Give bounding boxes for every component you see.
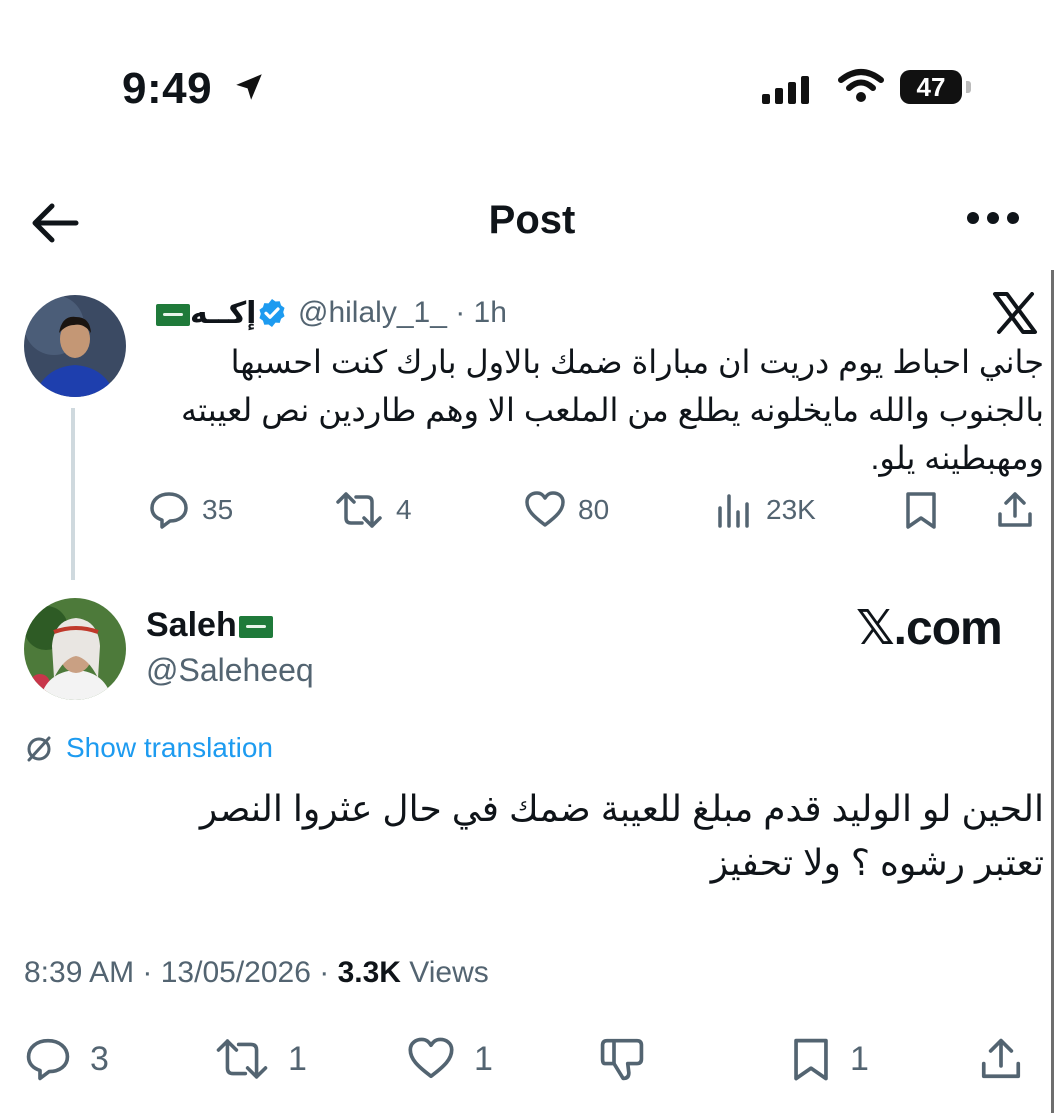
- views-count: 23K: [766, 494, 816, 525]
- wifi-icon: [838, 68, 884, 104]
- reply-count: 3: [90, 1039, 109, 1078]
- battery-level: 47: [916, 72, 946, 102]
- handle[interactable]: @Saleheeq: [146, 652, 314, 689]
- display-name-text: Saleh: [146, 606, 237, 644]
- views-count: 3.3K: [337, 956, 401, 989]
- saudi-flag-icon: [238, 616, 273, 639]
- globe-icon: [24, 734, 54, 764]
- repost-count: 4: [396, 494, 412, 525]
- downvote-icon[interactable]: [598, 1036, 646, 1082]
- reply-button[interactable]: 35: [148, 490, 233, 530]
- thread-connector: [71, 408, 75, 580]
- battery-tip: [966, 81, 971, 93]
- more-icon[interactable]: [965, 210, 1021, 226]
- page-title: Post: [488, 198, 576, 242]
- repost-count: 1: [288, 1039, 307, 1078]
- reply-button[interactable]: 3: [24, 1036, 109, 1082]
- post-text: الحين لو الوليد قدم مبلغ للعيبة ضمك في ح…: [199, 788, 1044, 883]
- like-button[interactable]: 80: [524, 490, 609, 530]
- status-time: 9:49: [122, 64, 213, 113]
- views-button[interactable]: 23K: [714, 490, 816, 530]
- display-name[interactable]: إكــه: [150, 296, 256, 331]
- verified-badge-icon: [256, 297, 288, 329]
- show-translation-link[interactable]: Show translation: [66, 732, 273, 764]
- battery-indicator: 47: [900, 70, 962, 104]
- bookmark-icon[interactable]: [904, 490, 938, 530]
- post-time: 8:39 AM: [24, 956, 135, 989]
- post-meta: 8:39 AM · 13/05/2026 · 3.3K Views: [24, 956, 489, 989]
- views-label: Views: [409, 956, 489, 989]
- share-icon[interactable]: [996, 490, 1034, 530]
- handle[interactable]: @hilaly_1_: [298, 296, 447, 329]
- repost-button[interactable]: 4: [334, 490, 412, 530]
- avatar[interactable]: [24, 598, 126, 700]
- avatar[interactable]: [24, 295, 126, 397]
- saudi-flag-icon: [156, 304, 190, 327]
- post-text: جاني احباط يوم دريت ان مباراة ضمك بالاول…: [180, 344, 1044, 476]
- x-logo-icon: [992, 292, 1038, 334]
- location-arrow-icon: [232, 70, 266, 104]
- display-name[interactable]: Saleh: [146, 606, 273, 645]
- reply-count: 35: [202, 494, 234, 525]
- scroll-indicator: [1051, 270, 1054, 1113]
- like-button[interactable]: 1: [406, 1036, 493, 1082]
- bookmark-button[interactable]: 1: [790, 1036, 869, 1082]
- display-name-text: إكــه: [190, 297, 257, 330]
- like-count: 1: [474, 1039, 493, 1078]
- bookmark-count: 1: [850, 1039, 869, 1078]
- repost-button[interactable]: 1: [214, 1036, 307, 1082]
- like-count: 80: [578, 494, 610, 525]
- signal-icon: [762, 74, 814, 104]
- post-time: · 1h: [455, 296, 507, 329]
- post-date: 13/05/2026: [160, 956, 311, 989]
- share-icon[interactable]: [978, 1036, 1024, 1082]
- handle-and-time: @hilaly_1_ · 1h: [298, 296, 507, 330]
- x-com-watermark: 𝕏.com: [856, 602, 1003, 655]
